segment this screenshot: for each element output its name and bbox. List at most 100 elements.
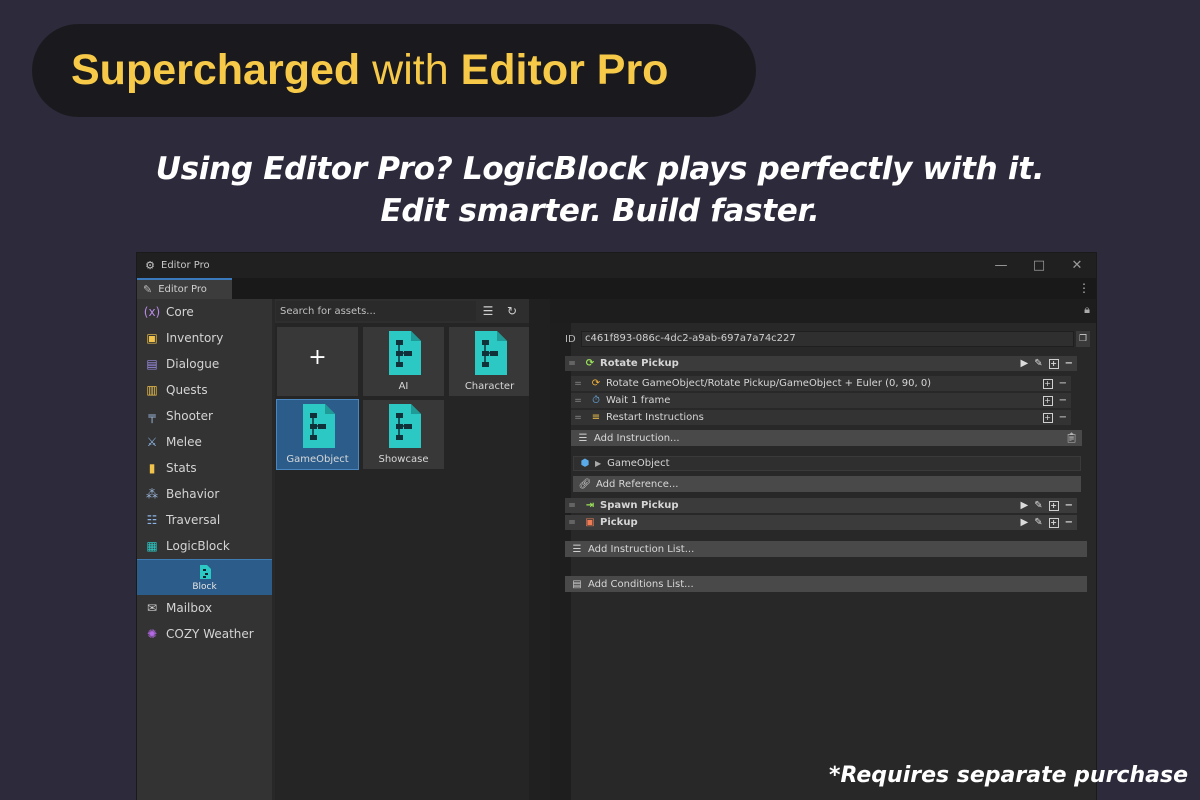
headline-banner: Supercharged with Editor Pro	[32, 24, 756, 117]
sidebar-item-mailbox[interactable]: ✉ Mailbox	[137, 595, 272, 621]
instruction-list-pickup[interactable]: = ▣ Pickup ▶ ✎ + −	[565, 515, 1077, 530]
asset-search-input[interactable]	[276, 301, 476, 321]
add-reference-button[interactable]: 🔗︎ Add Reference...	[573, 476, 1081, 492]
sidebar-item-quests[interactable]: ▥ Quests	[137, 377, 272, 403]
remove-icon[interactable]: −	[1059, 378, 1067, 389]
sidebar-item-inventory[interactable]: ▣ Inventory	[137, 325, 272, 351]
id-field[interactable]: c461f893-086c-4dc2-a9ab-697a7a74c227	[581, 331, 1074, 347]
edit-icon[interactable]: ✎	[1034, 500, 1042, 511]
tab-bar: ✎ Editor Pro ⋮	[137, 278, 1096, 299]
sidebar-item-core[interactable]: (x) Core	[137, 299, 272, 325]
drag-handle-icon[interactable]: =	[571, 413, 585, 423]
minimize-icon[interactable]: —	[982, 258, 1020, 273]
sidebar-item-behavior[interactable]: ⁂ Behavior	[137, 481, 272, 507]
spawn-icon: ⇥	[585, 500, 595, 511]
sidebar-item-label: LogicBlock	[166, 539, 230, 553]
sidebar-sub-label: Block	[192, 581, 217, 592]
drag-handle-icon[interactable]: =	[565, 359, 579, 369]
copy-icon[interactable]: ❐	[1076, 331, 1090, 347]
instruction-label: Wait 1 frame	[606, 395, 671, 406]
remove-icon[interactable]: −	[1065, 358, 1073, 369]
tagline-line-1: Using Editor Pro? LogicBlock plays perfe…	[155, 151, 1045, 187]
lock-icon[interactable]: 🔒︎	[1084, 303, 1090, 317]
instruction-list-rotate-pickup[interactable]: = ⟳ Rotate Pickup ▶ ✎ + −	[565, 356, 1077, 371]
more-options-icon[interactable]: ⋮	[1078, 281, 1090, 295]
remove-icon[interactable]: −	[1059, 412, 1067, 423]
instruction-row[interactable]: = ⏱ Wait 1 frame + −	[571, 393, 1071, 408]
drag-handle-icon[interactable]: =	[571, 379, 585, 389]
play-icon[interactable]: ▶	[1021, 517, 1029, 528]
asset-tile-label: AI	[398, 381, 409, 392]
editor-pro-logo-icon: ⚙	[145, 259, 155, 272]
conditions-icon: ▤	[572, 578, 582, 590]
close-icon[interactable]: ✕	[1058, 258, 1096, 273]
add-icon[interactable]: +	[1042, 395, 1053, 406]
drag-handle-icon[interactable]: =	[565, 518, 579, 528]
panel-divider[interactable]	[529, 299, 550, 800]
scroll-icon: ▥	[146, 383, 158, 397]
reference-gameobject[interactable]: ⬢ ▶ GameObject	[573, 456, 1081, 471]
add-icon[interactable]: +	[1042, 412, 1053, 423]
sidebar-item-label: Mailbox	[166, 601, 213, 615]
edit-icon[interactable]: ✎	[1034, 517, 1042, 528]
headline-with: with	[372, 46, 449, 94]
gun-icon: ╤	[148, 409, 156, 423]
sidebar-item-label: Behavior	[166, 487, 220, 501]
group-title: Rotate Pickup	[600, 358, 679, 369]
sidebar-item-block[interactable]: Block	[137, 559, 272, 595]
sword-icon: ⚔	[146, 435, 158, 449]
pencil-icon: ✎	[143, 283, 153, 296]
timer-icon: ⏱	[592, 395, 600, 406]
add-icon[interactable]: +	[1048, 517, 1059, 528]
add-conditions-list-button[interactable]: ▤ Add Conditions List...	[565, 576, 1087, 592]
create-asset-button[interactable]: +	[277, 327, 358, 396]
instruction-label: Restart Instructions	[606, 412, 704, 423]
paste-icon[interactable]: 📋︎	[1065, 433, 1078, 444]
refresh-icon[interactable]: ↻	[500, 304, 524, 318]
rotate-icon: ⟳	[591, 378, 601, 389]
asset-toolbar: ☰ ↻	[275, 299, 529, 323]
add-instruction-list-button[interactable]: ☰ Add Instruction List...	[565, 541, 1087, 557]
play-icon[interactable]: ▶	[1021, 358, 1029, 369]
expand-arrow-icon[interactable]: ▶	[595, 459, 601, 468]
asset-tile-showcase[interactable]: Showcase	[363, 400, 444, 469]
sidebar-item-cozy-weather[interactable]: ✺ COZY Weather	[137, 621, 272, 647]
add-instruction-button[interactable]: ☰ Add Instruction... 📋︎	[571, 430, 1082, 446]
asset-tile-label: Showcase	[378, 454, 429, 465]
block-file-icon	[197, 564, 213, 580]
logicblock-file-icon	[473, 331, 507, 378]
remove-icon[interactable]: −	[1065, 517, 1073, 528]
title-bar: ⚙ Editor Pro — □ ✕	[137, 253, 1096, 278]
drag-handle-icon[interactable]: =	[565, 501, 579, 511]
instruction-row[interactable]: = ≡ Restart Instructions + −	[571, 410, 1071, 425]
group-title: Spawn Pickup	[600, 500, 679, 511]
tab-editor-pro[interactable]: ✎ Editor Pro	[137, 278, 232, 299]
asset-tile-gameobject[interactable]: GameObject	[276, 399, 359, 470]
asset-tile-ai[interactable]: AI	[363, 327, 444, 396]
instruction-row[interactable]: = ⟳ Rotate GameObject/Rotate Pickup/Game…	[571, 376, 1071, 391]
list-view-icon[interactable]: ☰	[476, 304, 500, 318]
play-icon[interactable]: ▶	[1021, 500, 1029, 511]
maximize-icon[interactable]: □	[1020, 258, 1058, 273]
sidebar-item-label: Inventory	[166, 331, 224, 345]
sidebar-item-shooter[interactable]: ╤ Shooter	[137, 403, 272, 429]
remove-icon[interactable]: −	[1065, 500, 1073, 511]
plus-icon: +	[308, 345, 327, 370]
ladder-icon: ☷	[146, 513, 158, 527]
headline-editor-pro: Editor Pro	[460, 46, 669, 94]
sidebar-item-melee[interactable]: ⚔ Melee	[137, 429, 272, 455]
sidebar-item-stats[interactable]: ▮ Stats	[137, 455, 272, 481]
add-icon[interactable]: +	[1048, 358, 1059, 369]
add-icon[interactable]: +	[1042, 378, 1053, 389]
sidebar-item-traversal[interactable]: ☷ Traversal	[137, 507, 272, 533]
drag-handle-icon[interactable]: =	[571, 396, 585, 406]
sidebar-item-dialogue[interactable]: ▤ Dialogue	[137, 351, 272, 377]
asset-tile-character[interactable]: Character	[449, 327, 530, 396]
edit-icon[interactable]: ✎	[1034, 358, 1042, 369]
assets-panel: ☰ ↻ + AI Character GameObject Showcase	[275, 299, 530, 800]
instruction-list-spawn-pickup[interactable]: = ⇥ Spawn Pickup ▶ ✎ + −	[565, 498, 1077, 513]
remove-icon[interactable]: −	[1059, 395, 1067, 406]
sidebar-item-logicblock[interactable]: ▦ LogicBlock	[137, 533, 272, 559]
add-icon[interactable]: +	[1048, 500, 1059, 511]
restart-icon: ≡	[591, 412, 601, 423]
